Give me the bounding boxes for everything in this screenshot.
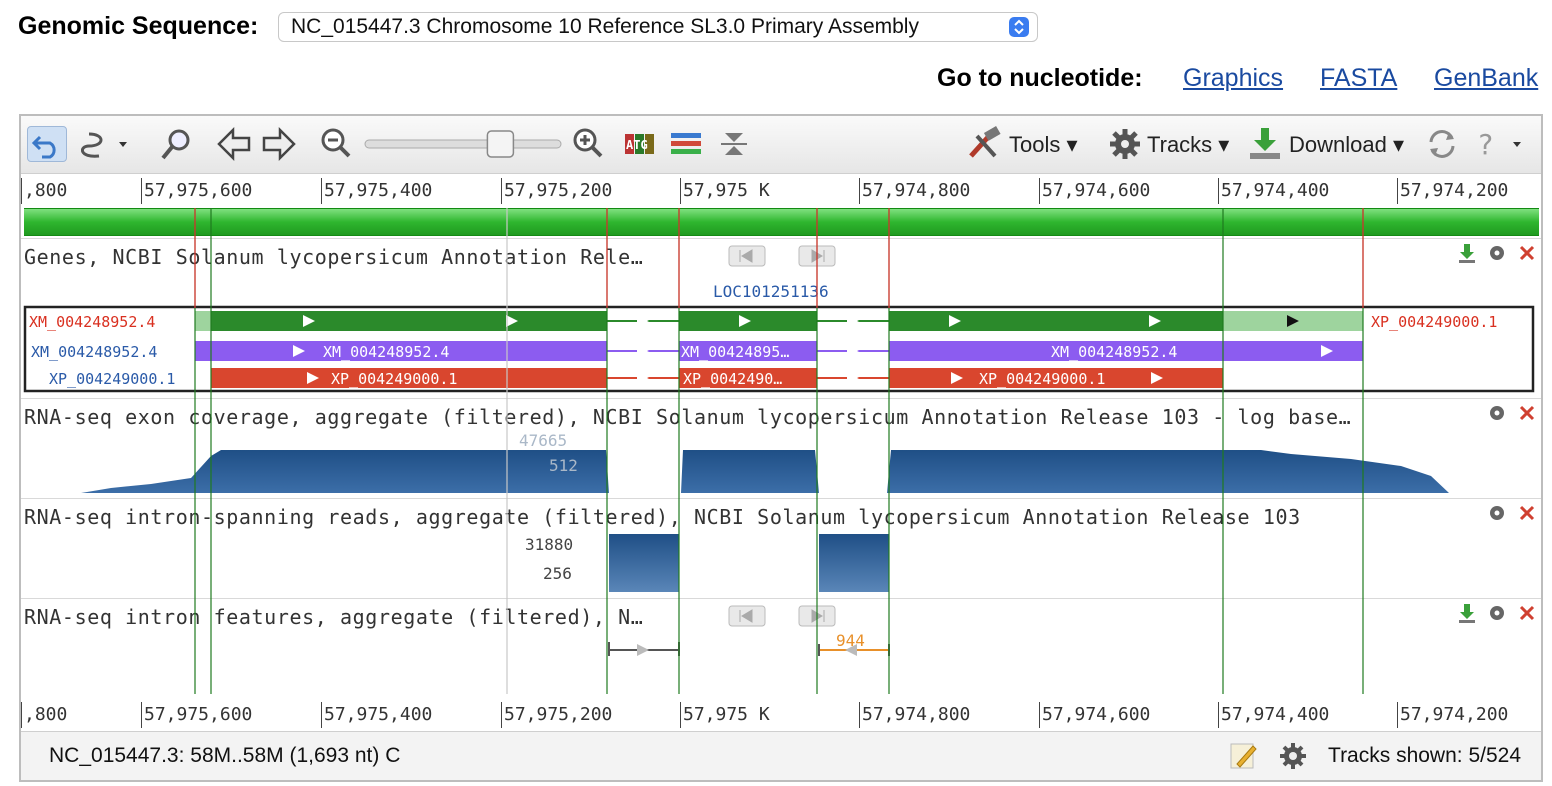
gene-name-label[interactable]: LOC101251136 bbox=[713, 282, 829, 301]
features-download-icon[interactable] bbox=[1459, 604, 1475, 623]
ruler-tick-label: 57,975,400 bbox=[324, 704, 433, 725]
exon-close-icon[interactable] bbox=[1519, 405, 1535, 421]
sequence-select[interactable]: NC_015447.3 Chromosome 10 Reference SL3.… bbox=[278, 12, 1038, 42]
intron-reads-gear-icon[interactable] bbox=[1490, 506, 1504, 520]
ruler-tick-line bbox=[21, 702, 22, 728]
fasta-link[interactable]: FASTA bbox=[1320, 64, 1397, 93]
status-bar: NC_015447.3: 58M..58M (1,693 nt) C Track… bbox=[21, 731, 1541, 780]
row1-left-label: XM_004248952.4 bbox=[29, 313, 155, 331]
row2-seg3-label: XM_004248952.4 bbox=[1051, 343, 1177, 361]
intron-feature-count: 944 bbox=[836, 631, 865, 650]
location-status: NC_015447.3: 58M..58M (1,693 nt) C bbox=[49, 744, 401, 767]
exon-coverage-area bbox=[81, 450, 1449, 493]
row2-seg2-label: XM_00424895… bbox=[681, 343, 789, 361]
intron-feature[interactable] bbox=[608, 642, 680, 656]
ruler-tick-label: ,800 bbox=[24, 704, 68, 725]
sequence-select-value: NC_015447.3 Chromosome 10 Reference SL3.… bbox=[291, 15, 919, 38]
ruler-tick-line bbox=[501, 702, 502, 728]
intron-mid-label: 256 bbox=[543, 564, 572, 583]
track-graphics: LOC101251136 XM_004248952.4 XP_004249000… bbox=[23, 244, 1535, 656]
intron-reads-bar[interactable] bbox=[609, 534, 679, 592]
genes-prev-button[interactable] bbox=[728, 245, 766, 267]
row3-seg3-label: XP_004249000.1 bbox=[979, 370, 1105, 388]
genomic-sequence-label: Genomic Sequence: bbox=[18, 12, 259, 40]
features-prev-button[interactable] bbox=[728, 605, 766, 627]
features-next-button[interactable] bbox=[798, 605, 836, 627]
features-close-icon[interactable] bbox=[1519, 605, 1535, 621]
row2-left-label: XM_004248952.4 bbox=[31, 343, 157, 361]
ruler-tick-label: 57,975,600 bbox=[144, 704, 253, 725]
ruler-bottom: ,800 57,975,600 57,975,400 57,975,200 57,975… bbox=[21, 698, 1541, 730]
row1-right-label: XP_004249000.1 bbox=[1371, 313, 1497, 331]
ruler-tick-line bbox=[141, 702, 142, 728]
gene-feature[interactable] bbox=[195, 311, 1363, 331]
ruler-tick-line bbox=[680, 702, 681, 728]
ruler-tick-label: 57,974,800 bbox=[862, 704, 971, 725]
exon-gear-icon[interactable] bbox=[1490, 406, 1504, 420]
ruler-tick-label: 57,975 K bbox=[683, 704, 770, 725]
row2-seg1-label: XM_004248952.4 bbox=[323, 343, 449, 361]
sequence-viewer: ATG Tools ▾ Tracks ▾ Download ▾ ? ,800 57… bbox=[19, 114, 1543, 782]
ruler-tick-line bbox=[1397, 702, 1398, 728]
ruler-tick-line bbox=[321, 702, 322, 728]
graphics-link[interactable]: Graphics bbox=[1183, 64, 1283, 93]
genes-download-icon[interactable] bbox=[1459, 244, 1475, 263]
genes-gear-icon[interactable] bbox=[1490, 246, 1504, 260]
ruler-tick-line bbox=[1039, 702, 1040, 728]
genes-next-button[interactable] bbox=[798, 245, 836, 267]
row3-seg1-label: XP_004249000.1 bbox=[331, 370, 457, 388]
intron-reads-bar[interactable] bbox=[819, 534, 889, 592]
status-gear-icon[interactable] bbox=[1277, 740, 1309, 778]
genbank-link[interactable]: GenBank bbox=[1434, 64, 1538, 93]
row3-left-label: XP_004249000.1 bbox=[49, 370, 175, 388]
features-gear-icon[interactable] bbox=[1490, 606, 1504, 620]
ruler-tick-line bbox=[859, 702, 860, 728]
intron-max-label: 31880 bbox=[525, 535, 573, 554]
select-stepper-icon[interactable] bbox=[1009, 17, 1029, 37]
intron-reads-close-icon[interactable] bbox=[1519, 505, 1535, 521]
exon-max-label: 47665 bbox=[519, 431, 567, 450]
edit-icon[interactable] bbox=[1227, 740, 1259, 778]
ruler-tick-line bbox=[1218, 702, 1219, 728]
ruler-tick-label: 57,974,200 bbox=[1400, 704, 1509, 725]
ruler-tick-label: 57,975,200 bbox=[504, 704, 613, 725]
exon-mid-label: 512 bbox=[549, 456, 578, 475]
ruler-tick-label: 57,974,400 bbox=[1221, 704, 1330, 725]
genes-close-icon[interactable] bbox=[1519, 245, 1535, 261]
row3-seg2-label: XP_0042490… bbox=[683, 370, 782, 388]
ruler-tick-label: 57,974,600 bbox=[1042, 704, 1151, 725]
tracks-shown-status[interactable]: Tracks shown: 5/524 bbox=[1328, 744, 1521, 768]
goto-nucleotide-label: Go to nucleotide: bbox=[937, 64, 1143, 92]
